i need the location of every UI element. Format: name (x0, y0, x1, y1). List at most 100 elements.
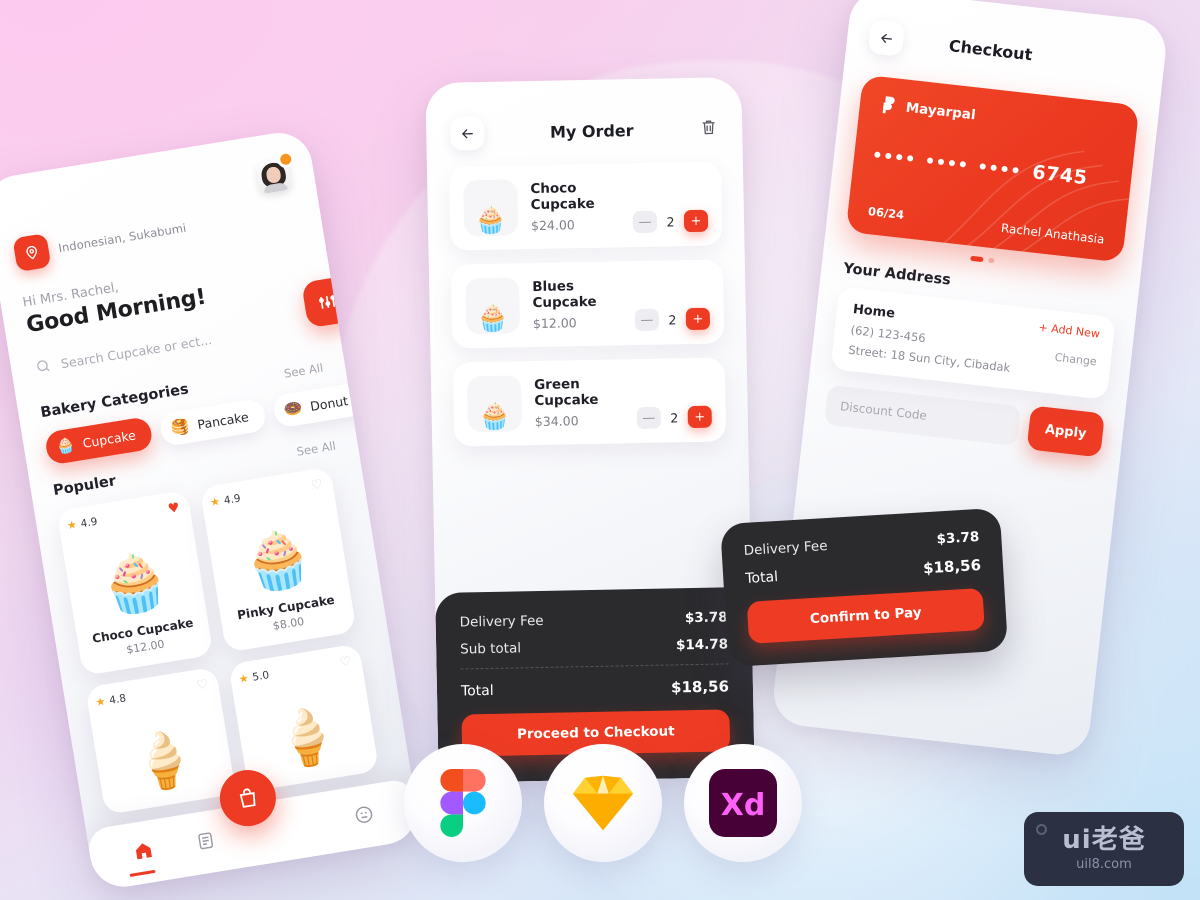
product-card[interactable]: ★ 4.9 ♥ 🧁 Choco Cupcake $12.00 (56, 489, 214, 676)
item-name: Green Cupcake (533, 376, 599, 410)
watermark-title: ui老爸 (1062, 824, 1146, 855)
order-header: My Order (425, 77, 742, 151)
product-image: 🍦 (240, 669, 369, 778)
order-item[interactable]: 🧁 Blues Cupcake $12.00 — 2 + (450, 259, 725, 349)
adobe-xd-badge[interactable]: Xd (684, 744, 802, 862)
see-all-categories[interactable]: See All (283, 361, 324, 381)
carousel-dot[interactable] (988, 257, 995, 264)
increase-quantity-button[interactable]: + (683, 209, 709, 233)
decrease-quantity-button[interactable]: — (632, 210, 658, 234)
apply-discount-button[interactable]: Apply (1026, 405, 1105, 458)
order-item[interactable]: 🧁 Choco Cupcake $24.00 — 2 + (448, 161, 723, 251)
category-chip-cupcake[interactable]: 🧁 Cupcake (43, 415, 155, 466)
item-price: $24.00 (530, 217, 575, 234)
product-image: 🧁 (212, 493, 341, 602)
item-name: Blues Cupcake (532, 278, 597, 312)
carousel-dot-active[interactable] (970, 255, 984, 263)
product-grid-row-1: ★ 4.9 ♥ 🧁 Choco Cupcake $12.00 ★ 4.9 ♡ 🧁… (56, 465, 366, 676)
item-thumbnail: 🧁 (465, 277, 521, 335)
item-thumbnail: 🧁 (466, 375, 523, 433)
discount-code-input[interactable]: Discount Code (823, 384, 1022, 447)
location-pin-icon (12, 233, 52, 273)
page-title: Checkout (948, 35, 1034, 64)
adobe-xd-icon: Xd (709, 769, 777, 837)
total-value: $18,56 (670, 677, 730, 697)
figma-badge[interactable] (404, 744, 522, 862)
phone-order-screen: My Order 🧁 Choco Cupcake $24.00 — 2 + 🧁 … (425, 77, 755, 783)
rating-value: 4.8 (108, 691, 127, 707)
watermark-url: uil8.com (1076, 856, 1132, 872)
figma-icon (440, 769, 486, 837)
category-label: Pancake (196, 409, 250, 433)
category-chip-donut[interactable]: 🍩 Donut (271, 381, 367, 429)
svg-text:Xd: Xd (721, 788, 766, 823)
checkout-summary-panel: Delivery Fee $3.78 Total $18,56 Confirm … (720, 507, 1009, 668)
category-label: Donut (309, 393, 350, 414)
filter-button[interactable] (301, 275, 354, 329)
category-chip-pancake[interactable]: 🥞 Pancake (158, 397, 267, 447)
donut-icon: 🍩 (282, 398, 304, 420)
total-value: $18,56 (922, 555, 982, 578)
item-price: $12.00 (532, 315, 577, 332)
icecream-emoji: 🍦 (268, 700, 346, 774)
rating-value: 4.9 (222, 491, 242, 507)
back-button[interactable] (867, 19, 906, 57)
nav-active-indicator (129, 869, 156, 877)
rating-value: 4.9 (79, 515, 99, 530)
icecream-emoji: 🍦 (125, 724, 203, 797)
nav-orders-icon[interactable] (194, 830, 216, 856)
favorite-heart-icon[interactable]: ♥ (167, 500, 181, 517)
cupcake-emoji: 🧁 (238, 522, 318, 599)
item-name: Choco Cupcake (530, 180, 595, 214)
delivery-fee-row: Delivery Fee $3.78 (460, 609, 728, 630)
total-label: Total (460, 682, 494, 700)
subtotal-label: Sub total (460, 640, 522, 658)
divider (460, 663, 729, 670)
product-card[interactable]: ★ 4.8 ♡ 🍦 (85, 666, 237, 816)
quantity-value: 2 (668, 311, 677, 327)
delete-all-button[interactable] (699, 117, 718, 140)
order-item[interactable]: 🧁 Green Cupcake $34.00 — 2 + (452, 357, 727, 447)
subtotal-value: $14.78 (675, 636, 729, 654)
popular-title: Populer (52, 473, 118, 500)
see-all-popular[interactable]: See All (296, 439, 337, 459)
back-button[interactable] (449, 115, 485, 151)
favorite-heart-icon[interactable]: ♡ (339, 654, 353, 671)
increase-quantity-button[interactable]: + (685, 307, 711, 331)
subtotal-row: Sub total $14.78 (460, 636, 728, 657)
payment-card[interactable]: Mayarpal 6745 06/24 Rachel Anathasia (845, 74, 1140, 263)
nav-home-icon[interactable] (132, 838, 157, 866)
delivery-fee-value: $3.78 (936, 529, 980, 548)
sketch-badge[interactable] (544, 744, 662, 862)
star-icon: ★ (94, 694, 107, 710)
quantity-stepper: — 2 + (634, 307, 711, 332)
quantity-value: 2 (670, 409, 679, 425)
decrease-quantity-button[interactable]: — (636, 406, 661, 430)
decrease-quantity-button[interactable]: — (634, 308, 660, 332)
favorite-heart-icon[interactable]: ♡ (195, 677, 209, 694)
trash-icon (702, 119, 715, 134)
pancake-icon: 🥞 (169, 416, 192, 438)
quantity-value: 2 (666, 213, 675, 229)
address-card[interactable]: Home (62) 123-456 Street: 18 Sun City, C… (830, 286, 1116, 400)
arrow-left-icon (880, 33, 892, 43)
favorite-heart-icon[interactable]: ♡ (310, 477, 324, 494)
delivery-fee-label: Delivery Fee (743, 538, 829, 559)
product-card[interactable]: ★ 4.9 ♡ 🧁 Pinky Cupcake $8.00 (199, 466, 357, 653)
location-label: Indonesian, Sukabumi (57, 220, 188, 256)
confirm-to-pay-button[interactable]: Confirm to Pay (746, 587, 985, 644)
total-row: Total $18,56 (461, 677, 729, 700)
nav-profile-icon[interactable] (352, 803, 376, 830)
delivery-fee-row: Delivery Fee $3.78 (743, 529, 980, 559)
avatar[interactable] (255, 152, 294, 196)
total-row: Total $18,56 (745, 556, 982, 588)
search-icon (37, 360, 50, 372)
watermark-dot-icon (1036, 824, 1047, 835)
increase-quantity-button[interactable]: + (687, 405, 712, 429)
cupcake-icon: 🧁 (54, 435, 77, 457)
format-badges: Xd (404, 744, 802, 862)
sketch-icon (572, 775, 634, 831)
watermark: ui老爸 uil8.com (1024, 812, 1184, 886)
product-image: 🧁 (68, 516, 197, 625)
cupcake-emoji: 🧁 (95, 546, 175, 622)
